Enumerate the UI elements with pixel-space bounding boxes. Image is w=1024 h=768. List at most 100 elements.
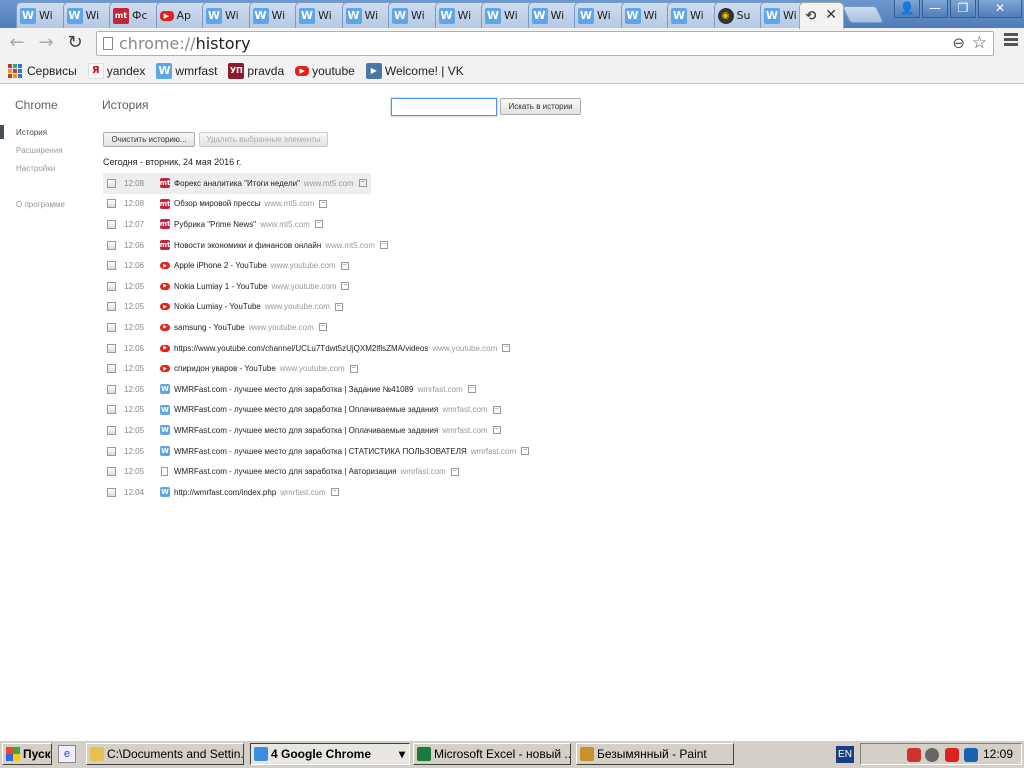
taskbar-task[interactable]: Microsoft Excel - новый ... xyxy=(413,743,571,765)
taskbar-task[interactable]: C:\Documents and Settin... xyxy=(86,743,244,765)
bookmark-up[interactable]: УП pravda xyxy=(228,62,284,79)
internet-explorer-icon[interactable]: e xyxy=(58,745,76,763)
nav-history[interactable]: История xyxy=(0,125,65,143)
entry-title-link[interactable]: спиридон уваров - YouTube xyxy=(174,364,276,373)
entry-menu-button[interactable]: − xyxy=(502,344,511,353)
bookmark-w[interactable]: Wwmrfast xyxy=(156,62,217,79)
menu-icon[interactable] xyxy=(1004,33,1018,48)
nav-settings[interactable]: Настройки xyxy=(0,161,65,179)
entry-checkbox[interactable] xyxy=(107,261,116,271)
entry-checkbox[interactable] xyxy=(107,199,116,209)
entry-title-link[interactable]: Новости экономики и финансов онлайн xyxy=(174,241,321,250)
language-indicator[interactable]: EN xyxy=(836,746,854,763)
tab[interactable]: W Wi xyxy=(667,2,719,28)
tab[interactable]: W Wi xyxy=(202,2,254,28)
address-bar[interactable]: chrome://history ⊖ ☆ xyxy=(96,31,994,56)
entry-checkbox[interactable] xyxy=(107,219,116,229)
entry-title-link[interactable]: Рубрика "Prime News" xyxy=(174,220,256,229)
entry-menu-button[interactable]: − xyxy=(467,385,476,394)
close-window-button[interactable]: ✕ xyxy=(978,0,1022,18)
entry-checkbox[interactable] xyxy=(107,240,116,250)
entry-title-link[interactable]: https://www.youtube.com/channel/UCLu7Tdw… xyxy=(174,344,428,353)
entry-title-link[interactable]: Обзор мировой прессы xyxy=(174,199,260,208)
clear-history-button[interactable]: Очистить историю... xyxy=(103,132,195,147)
history-search-input[interactable] xyxy=(391,98,497,116)
entry-menu-button[interactable]: − xyxy=(314,220,323,229)
entry-menu-button[interactable]: − xyxy=(521,447,530,456)
tab[interactable]: W Wi xyxy=(481,2,533,28)
entry-title-link[interactable]: http://wmrfast.com/index.php xyxy=(174,488,276,497)
nav-extensions[interactable]: Расширения xyxy=(0,143,65,161)
entry-title-link[interactable]: WMRFast.com - лучшее место для заработка… xyxy=(174,447,467,456)
reload-button[interactable]: ↻ xyxy=(64,32,86,54)
bookmark-star-icon[interactable]: ☆ xyxy=(972,32,987,55)
profile-icon[interactable]: 👤 xyxy=(894,0,920,18)
tab[interactable]: W Wi xyxy=(341,2,394,28)
tab[interactable]: W Wi xyxy=(388,2,440,28)
minimize-button[interactable]: — xyxy=(922,0,948,18)
taskbar-task[interactable]: Безымянный - Paint xyxy=(576,743,734,765)
tab[interactable]: W Wi xyxy=(527,2,580,28)
entry-title-link[interactable]: WMRFast.com - лучшее место для заработка… xyxy=(174,385,413,394)
tab[interactable]: mt Фс xyxy=(109,2,161,28)
entry-title-link[interactable]: Форекс аналитика "Итоги недели" xyxy=(174,179,300,188)
tab-close-icon[interactable]: ✕ xyxy=(825,7,837,23)
entry-title-link[interactable]: Apple iPhone 2 - YouTube xyxy=(174,261,267,270)
entry-menu-button[interactable]: − xyxy=(334,302,343,311)
bookmark-yt[interactable]: ▶ youtube xyxy=(295,64,355,78)
tab[interactable]: W Wi xyxy=(620,2,673,28)
entry-menu-button[interactable]: − xyxy=(492,405,501,414)
entry-checkbox[interactable] xyxy=(107,343,116,353)
antivirus-icon[interactable] xyxy=(945,748,959,762)
entry-menu-button[interactable]: − xyxy=(319,199,328,208)
bookmark-apps[interactable]: Сервисы xyxy=(8,63,77,78)
entry-menu-button[interactable]: − xyxy=(318,323,327,332)
taskbar-task[interactable]: 4 Google Chrome ▾ xyxy=(250,743,410,765)
entry-checkbox[interactable] xyxy=(107,364,116,374)
zoom-icon[interactable]: ⊖ xyxy=(952,32,965,55)
tray-app-icon[interactable] xyxy=(925,748,939,762)
bookmark-vk[interactable]: ▶ Welcome! | VK xyxy=(365,62,464,79)
entry-menu-button[interactable]: − xyxy=(349,364,358,373)
remove-selected-button[interactable]: Удалить выбранные элементы xyxy=(199,132,328,147)
tab[interactable]: W Wi xyxy=(62,2,115,28)
entry-menu-button[interactable]: − xyxy=(380,241,389,250)
bookmark-ya[interactable]: Яyandex xyxy=(87,62,145,79)
entry-title-link[interactable]: WMRFast.com - лучшее место для заработка… xyxy=(174,405,438,414)
tab[interactable]: ◉ Su xyxy=(713,2,766,28)
restore-button[interactable]: ❐ xyxy=(950,0,976,18)
entry-menu-button[interactable]: − xyxy=(492,426,501,435)
entry-title-link[interactable]: Nokia Lumiay 1 - YouTube xyxy=(174,282,268,291)
forward-button[interactable]: → xyxy=(35,32,57,54)
tab[interactable]: W Wi xyxy=(248,2,301,28)
entry-checkbox[interactable] xyxy=(107,405,116,415)
tab[interactable]: ▶ Ap xyxy=(155,2,208,28)
entry-title-link[interactable]: WMRFast.com - лучшее место для заработка… xyxy=(174,426,438,435)
tab[interactable]: W Wi xyxy=(434,2,487,28)
entry-checkbox[interactable] xyxy=(107,467,116,477)
nav-about[interactable]: О программе xyxy=(0,197,65,215)
entry-menu-button[interactable]: − xyxy=(340,261,349,270)
entry-menu-button[interactable]: − xyxy=(330,488,339,497)
tab[interactable]: W Wi xyxy=(574,2,626,28)
entry-checkbox[interactable] xyxy=(107,384,116,394)
entry-menu-button[interactable]: − xyxy=(341,282,350,291)
entry-checkbox[interactable] xyxy=(107,487,116,497)
entry-title-link[interactable]: WMRFast.com - лучшее место для заработка… xyxy=(174,467,397,476)
network-icon[interactable] xyxy=(964,748,978,762)
task-group-arrow-icon[interactable]: ▾ xyxy=(399,744,405,764)
entry-checkbox[interactable] xyxy=(107,322,116,332)
start-button[interactable]: Пуск xyxy=(2,743,52,765)
entry-checkbox[interactable] xyxy=(107,178,116,188)
tab[interactable]: W Wi xyxy=(16,2,68,28)
new-tab-button[interactable] xyxy=(842,6,884,23)
entry-menu-button[interactable]: − xyxy=(358,179,367,188)
entry-title-link[interactable]: samsung - YouTube xyxy=(174,323,245,332)
tab-history[interactable]: ⟲ ✕ xyxy=(799,2,844,29)
entry-checkbox[interactable] xyxy=(107,302,116,312)
search-history-button[interactable]: Искать в истории xyxy=(500,98,581,115)
entry-title-link[interactable]: Nokia Lumiay - YouTube xyxy=(174,302,261,311)
entry-menu-button[interactable]: − xyxy=(450,467,459,476)
volume-icon[interactable] xyxy=(907,748,921,762)
entry-checkbox[interactable] xyxy=(107,425,116,435)
